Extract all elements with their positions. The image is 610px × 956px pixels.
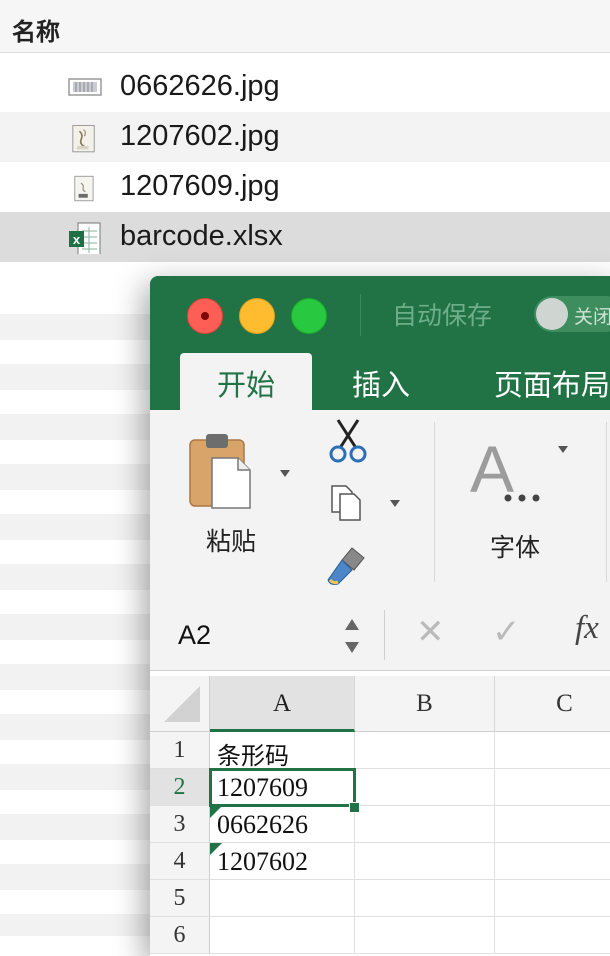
file-name: barcode.xlsx bbox=[120, 220, 283, 252]
cell-a4[interactable]: 1207602 bbox=[210, 843, 355, 880]
file-row-barcode-xlsx[interactable]: x barcode.xlsx bbox=[0, 212, 610, 262]
file-name: 1207602.jpg bbox=[120, 120, 280, 152]
name-box[interactable]: A2 bbox=[150, 608, 374, 664]
cell-a3[interactable]: 0662626 bbox=[210, 806, 355, 843]
autosave-toggle-label: 关闭 bbox=[574, 306, 610, 328]
column-header-b[interactable]: B bbox=[355, 676, 495, 732]
minimize-window-button[interactable] bbox=[239, 298, 275, 334]
excel-file-icon: x bbox=[69, 222, 101, 254]
cell-c2[interactable] bbox=[495, 769, 610, 806]
row-header-1[interactable]: 1 bbox=[150, 732, 210, 769]
error-indicator-icon bbox=[210, 843, 222, 855]
row-header-5[interactable]: 5 bbox=[150, 880, 210, 917]
tab-insert-label: 插入 bbox=[352, 368, 411, 402]
cell-b3[interactable] bbox=[355, 806, 495, 843]
tab-home[interactable]: 开始 bbox=[180, 353, 312, 410]
tab-page-layout-label: 页面布局 bbox=[494, 368, 610, 402]
paste-button[interactable]: 粘贴 bbox=[186, 430, 266, 570]
toggle-knob bbox=[536, 298, 568, 330]
cut-scissors-icon[interactable] bbox=[328, 418, 368, 464]
column-header-label: 名称 bbox=[12, 18, 60, 46]
row-header-3[interactable]: 3 bbox=[150, 806, 210, 843]
ribbon-home: 粘贴 A 字体 bbox=[150, 410, 610, 601]
row-header-4[interactable]: 4 bbox=[150, 843, 210, 880]
zoom-window-button[interactable] bbox=[291, 298, 327, 334]
clipboard-icon bbox=[189, 434, 251, 509]
cell-c5[interactable] bbox=[495, 880, 610, 917]
font-button[interactable]: A 字体 bbox=[468, 436, 578, 576]
column-header-a[interactable]: A bbox=[210, 676, 355, 732]
autosave-toggle[interactable]: 关闭 bbox=[534, 296, 610, 332]
cell-b1[interactable] bbox=[355, 732, 495, 769]
select-all-triangle-icon bbox=[164, 686, 200, 722]
ribbon-divider bbox=[434, 422, 435, 582]
titlebar-divider bbox=[360, 294, 361, 336]
copy-dropdown-chevron-icon[interactable] bbox=[390, 500, 400, 507]
image-thumbnail-icon bbox=[72, 124, 95, 153]
select-all-corner[interactable] bbox=[150, 676, 210, 732]
font-dropdown-chevron-icon[interactable] bbox=[558, 446, 568, 453]
column-header-name[interactable]: 名称 bbox=[0, 0, 610, 53]
formula-bar: A2 ✕ ✓ fx bbox=[150, 600, 610, 671]
name-box-stepper-icon[interactable] bbox=[342, 614, 362, 658]
tab-page-layout[interactable]: 页面布局 bbox=[494, 353, 610, 410]
file-row-1207602[interactable]: 1207602.jpg bbox=[0, 112, 610, 162]
ribbon-divider bbox=[606, 422, 607, 582]
cell-a5[interactable] bbox=[210, 880, 355, 917]
paste-dropdown-chevron-icon[interactable] bbox=[280, 470, 290, 477]
image-thumbnail-icon bbox=[74, 175, 94, 202]
cell-b2[interactable] bbox=[355, 769, 495, 806]
file-row-1207609[interactable]: 1207609.jpg bbox=[0, 162, 610, 212]
close-window-button[interactable] bbox=[187, 298, 223, 334]
cell-c3[interactable] bbox=[495, 806, 610, 843]
worksheet-grid: A B C 1 2 3 4 5 6 条形码 1207609 0662626 12… bbox=[150, 676, 610, 956]
autosave-label: 自动保存 bbox=[392, 301, 493, 330]
paste-label: 粘贴 bbox=[206, 527, 257, 556]
cell-b4[interactable] bbox=[355, 843, 495, 880]
file-row-0662626[interactable]: 0662626.jpg bbox=[0, 62, 610, 112]
cell-a4-value: 1207602 bbox=[217, 847, 308, 876]
cell-c1[interactable] bbox=[495, 732, 610, 769]
fill-handle[interactable] bbox=[349, 802, 360, 813]
error-indicator-icon bbox=[210, 806, 222, 818]
cell-a2[interactable]: 1207609 bbox=[209, 768, 356, 807]
row-header-2[interactable]: 2 bbox=[150, 769, 210, 806]
font-label: 字体 bbox=[490, 533, 541, 562]
name-box-value: A2 bbox=[178, 620, 212, 650]
cancel-formula-icon[interactable]: ✕ bbox=[416, 612, 445, 652]
copy-icon[interactable] bbox=[328, 482, 364, 522]
cell-a1[interactable]: 条形码 bbox=[210, 732, 355, 770]
excel-window: 自动保存 关闭 开始 插入 页面布局 粘贴 A 字体 A2 ✕ ✓ fx A B… bbox=[150, 276, 610, 956]
cell-a2-value: 1207609 bbox=[217, 773, 308, 802]
column-header-c[interactable]: C bbox=[495, 676, 610, 732]
font-icon: A bbox=[470, 436, 540, 506]
formula-divider bbox=[384, 610, 385, 660]
svg-text:x: x bbox=[73, 232, 81, 247]
file-name: 0662626.jpg bbox=[120, 70, 280, 102]
tab-home-label: 开始 bbox=[216, 368, 275, 402]
tab-insert[interactable]: 插入 bbox=[352, 353, 410, 410]
excel-titlebar: 自动保存 关闭 开始 插入 页面布局 bbox=[150, 276, 610, 410]
cell-a3-value: 0662626 bbox=[217, 810, 308, 839]
cell-b5[interactable] bbox=[355, 880, 495, 917]
file-name: 1207609.jpg bbox=[120, 170, 280, 202]
cell-c4[interactable] bbox=[495, 843, 610, 880]
cell-a1-value: 条形码 bbox=[217, 742, 289, 770]
insert-function-icon[interactable]: fx bbox=[575, 610, 599, 647]
barcode-image-icon bbox=[68, 78, 102, 96]
format-painter-icon[interactable] bbox=[326, 544, 370, 588]
confirm-formula-icon[interactable]: ✓ bbox=[492, 612, 521, 652]
